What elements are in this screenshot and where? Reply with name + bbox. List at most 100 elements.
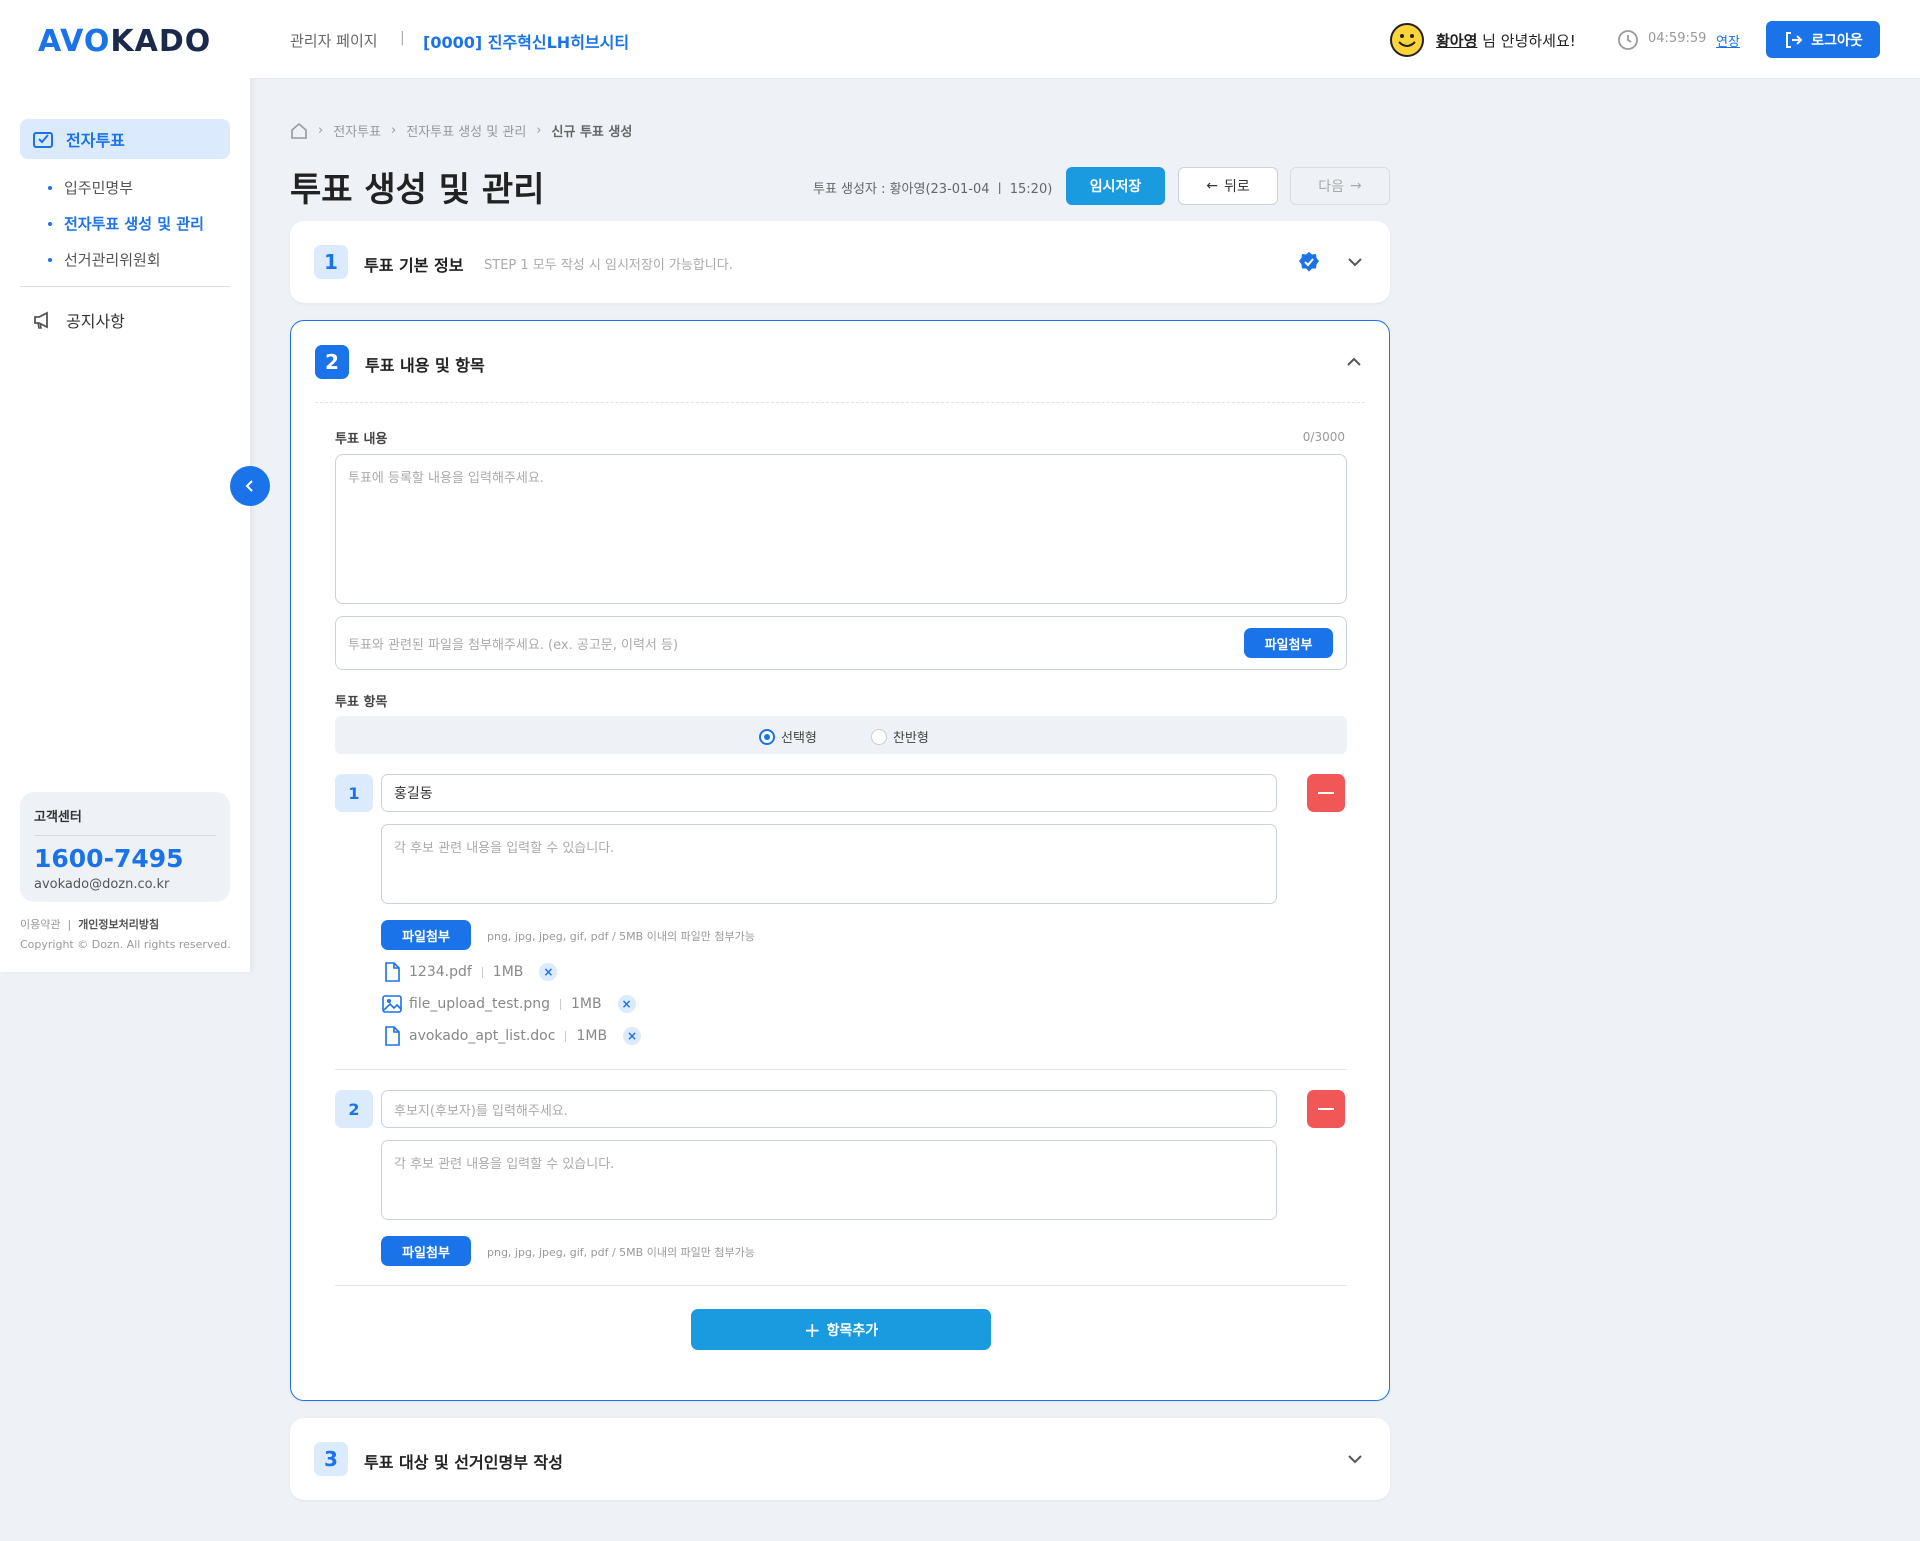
remove-item-button[interactable] [1307, 1090, 1345, 1128]
temp-save-button[interactable]: 임시저장 [1066, 167, 1165, 205]
item-number: 1 [335, 774, 373, 812]
radio-label: 선택형 [781, 731, 817, 746]
logout-button[interactable]: 로그아웃 [1766, 21, 1880, 58]
item-divider [335, 1285, 1347, 1286]
item-attach-button[interactable]: 파일첨부 [381, 920, 471, 950]
sidebar-subitem-vote-manage[interactable]: 전자투표 생성 및 관리 [48, 213, 204, 234]
step-number: 3 [314, 1442, 348, 1476]
chevron-down-icon[interactable] [1346, 1450, 1364, 1468]
attached-file: 1234.pdf 1MB × [381, 961, 558, 983]
sidebar-subitem-label: 전자투표 생성 및 관리 [64, 215, 204, 233]
file-placeholder: 투표와 관련된 파일을 첨부해주세요. (ex. 공고문, 이력서 등) [348, 637, 679, 653]
chevron-down-icon[interactable] [1346, 253, 1364, 271]
page-title: 투표 생성 및 관리 [290, 170, 545, 210]
step1-card[interactable]: 1 투표 기본 정보 STEP 1 모두 작성 시 임시저장이 가능합니다. [290, 221, 1390, 303]
site-name: [0000] 진주혁신LH히브시티 [423, 33, 630, 52]
step-subtitle: STEP 1 모두 작성 시 임시저장이 가능합니다. [484, 258, 733, 273]
candidate-desc-textarea[interactable]: 각 후보 관련 내용을 입력할 수 있습니다. [381, 1140, 1277, 1220]
items-label: 투표 항목 [335, 695, 388, 710]
image-icon [382, 995, 402, 1013]
file-hint: png, jpg, jpeg, gif, pdf / 5MB 이내의 파일만 첨… [487, 1246, 755, 1259]
item-attach-button[interactable]: 파일첨부 [381, 1236, 471, 1266]
content-label: 투표 내용 [335, 432, 388, 447]
radio-selected-icon [759, 728, 775, 745]
chevron-up-icon[interactable] [1345, 353, 1363, 371]
minus-icon [1318, 1108, 1334, 1110]
remove-file-icon[interactable]: × [539, 963, 558, 981]
admin-page-label: 관리자 페이지 [290, 32, 378, 50]
sidebar-subitem-label: 입주민명부 [64, 179, 134, 197]
item-number: 2 [335, 1090, 373, 1128]
candidate-name-input[interactable]: 홍길동 [381, 774, 1277, 812]
radio-unselected-icon [871, 728, 887, 745]
radio-choice[interactable]: 선택형 [759, 727, 817, 746]
sidebar-subitem-label: 선거관리위원회 [64, 251, 161, 269]
terms-link[interactable]: 이용약관 [20, 918, 60, 931]
header-separator: | [400, 30, 405, 46]
item-divider [335, 1069, 1347, 1070]
add-item-button[interactable]: + 항목추가 [691, 1309, 991, 1350]
step2-card: 2 투표 내용 및 항목 투표 내용 0/3000 투표에 등록할 내용을 입력… [290, 320, 1390, 1401]
sidebar: AVOKADO 전자투표 입주민명부 전자투표 생성 및 관리 선거관리위원회 … [0, 0, 250, 972]
file-hint: png, jpg, jpeg, gif, pdf / 5MB 이내의 파일만 첨… [487, 930, 755, 943]
arrow-right-icon: → [1350, 178, 1362, 194]
candidate-desc-textarea[interactable]: 각 후보 관련 내용을 입력할 수 있습니다. [381, 824, 1277, 904]
privacy-link[interactable]: 개인정보처리방침 [78, 918, 159, 931]
breadcrumb-item[interactable]: 전자투표 [333, 121, 381, 140]
file-name: 1234.pdf [409, 964, 472, 980]
vote-type-bar [335, 716, 1347, 754]
step-title: 투표 기본 정보 [364, 256, 464, 275]
file-icon [385, 962, 400, 982]
user-name[interactable]: 황아영 [1436, 32, 1477, 50]
breadcrumb-item[interactable]: 전자투표 생성 및 관리 [406, 121, 526, 140]
greeting: 황아영 님 안녕하세요! [1436, 30, 1576, 51]
customer-center: 고객센터 1600-7495 avokado@dozn.co.kr [20, 792, 230, 902]
clock-icon [1618, 30, 1638, 50]
home-icon[interactable] [290, 122, 308, 140]
extend-session-link[interactable]: 연장 [1716, 31, 1740, 50]
step-number: 1 [314, 245, 348, 279]
avokado-logo[interactable]: AVOKADO [38, 23, 211, 59]
sidebar-subitem-residents[interactable]: 입주민명부 [48, 177, 133, 198]
file-name: file_upload_test.png [409, 996, 550, 1012]
sidebar-divider [20, 286, 230, 287]
cs-email: avokado@dozn.co.kr [34, 877, 170, 892]
cs-phone: 1600-7495 [34, 844, 184, 873]
cs-title: 고객센터 [34, 806, 216, 836]
attach-file-button[interactable]: 파일첨부 [1244, 628, 1333, 658]
megaphone-icon [34, 311, 48, 329]
sidebar-item-evote[interactable]: 전자투표 [20, 119, 230, 159]
sidebar-item-label: 전자투표 [66, 131, 125, 150]
sidebar-collapse-button[interactable] [230, 466, 270, 506]
step3-card[interactable]: 3 투표 대상 및 선거인명부 작성 [290, 1418, 1390, 1500]
back-button[interactable]: ← 뒤로 [1178, 167, 1278, 205]
sidebar-subitem-committee[interactable]: 선거관리위원회 [48, 249, 161, 270]
remove-file-icon[interactable]: × [623, 1027, 642, 1045]
greeting-suffix: 님 안녕하세요! [1477, 32, 1576, 50]
verified-check-icon [1299, 252, 1319, 272]
radio-yes-no[interactable]: 찬반형 [871, 727, 929, 746]
next-button[interactable]: 다음 → [1290, 167, 1390, 205]
sidebar-item-label: 공지사항 [66, 312, 125, 331]
add-item-label: 항목추가 [826, 1322, 879, 1339]
vote-icon [33, 132, 53, 148]
step-number: 2 [315, 345, 349, 379]
plus-icon: + [803, 1317, 821, 1342]
vote-creator-meta: 투표 생성자 : 황아영(23-01-04 ㅣ 15:20) [813, 182, 1053, 197]
back-label: 뒤로 [1223, 179, 1250, 195]
attached-file: file_upload_test.png 1MB × [381, 993, 636, 1015]
logo-part1: AVO [38, 23, 111, 59]
sidebar-item-notice[interactable]: 공지사항 [32, 308, 125, 332]
candidate-name-input[interactable]: 후보지(후보자)를 입력해주세요. [381, 1090, 1277, 1128]
file-name: avokado_apt_list.doc [409, 1028, 556, 1044]
logout-icon [1786, 31, 1803, 48]
copyright: Copyright © Dozn. All rights reserved. [20, 938, 231, 951]
vote-file-field[interactable]: 투표와 관련된 파일을 첨부해주세요. (ex. 공고문, 이력서 등) [335, 616, 1347, 670]
file-size: 1MB [492, 964, 524, 980]
arrow-left-icon: ← [1206, 178, 1218, 194]
next-label: 다음 [1318, 179, 1345, 195]
remove-file-icon[interactable]: × [617, 995, 636, 1013]
file-size: 1MB [570, 996, 602, 1012]
vote-content-textarea[interactable]: 투표에 등록할 내용을 입력해주세요. [335, 454, 1347, 604]
remove-item-button[interactable] [1307, 774, 1345, 812]
